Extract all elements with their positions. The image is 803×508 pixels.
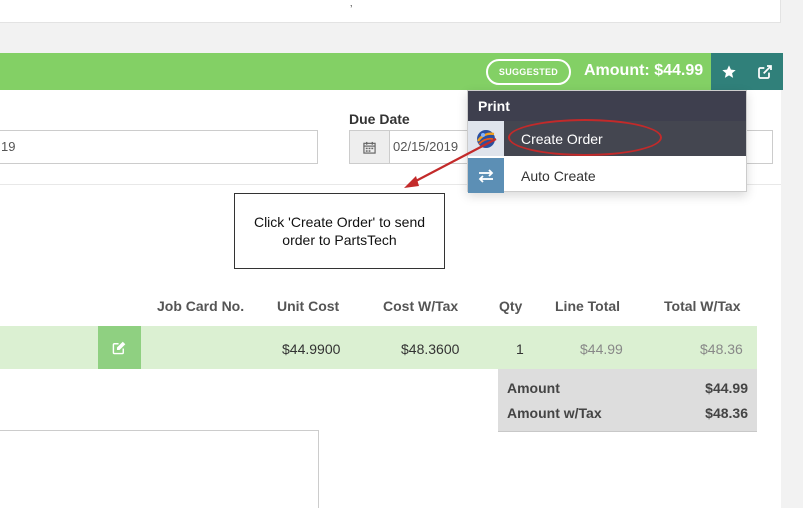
open-external-button[interactable] [747, 53, 783, 90]
due-date-label: Due Date [349, 111, 410, 127]
cursor-mark: ‚ [350, 0, 353, 9]
col-header-unit-cost: Unit Cost [277, 298, 340, 314]
external-link-icon [758, 64, 772, 79]
cell-qty: 1 [516, 341, 524, 357]
cell-unit-cost: $44.9900 [282, 341, 341, 357]
col-header-line-total: Line Total [555, 298, 621, 314]
callout-text: Click 'Create Order' to send order to Pa… [253, 214, 426, 248]
swap-arrows-icon [468, 158, 504, 193]
annotation-callout: Click 'Create Order' to send order to Pa… [234, 193, 445, 269]
col-header-qty: Qty [499, 298, 523, 314]
col-header-job-card: Job Card No. [157, 298, 245, 314]
cell-cost-w-tax: $48.3600 [401, 341, 460, 357]
menu-item-auto-create[interactable]: Auto Create [468, 158, 746, 193]
totals-panel: Amount $44.99 Amount w/Tax $48.36 [498, 369, 757, 432]
due-date-value: 02/15/2019 [393, 139, 459, 154]
col-header-total-w-tax: Total W/Tax [664, 298, 741, 314]
col-header-cost-w-tax: Cost W/Tax [383, 298, 459, 314]
menu-item-label: Auto Create [521, 167, 596, 184]
star-icon [722, 64, 736, 78]
calendar-icon[interactable] [350, 131, 390, 163]
top-card: ‚ [0, 0, 781, 23]
header-amount: Amount: $44.99 [584, 62, 704, 79]
totals-amount-label: Amount [507, 380, 560, 396]
right-field[interactable] [745, 130, 773, 164]
totals-amount-value: $44.99 [705, 380, 748, 396]
totals-amount-tax-value: $48.36 [705, 405, 748, 421]
cell-line-total: $44.99 [580, 341, 623, 357]
edit-icon [112, 341, 126, 355]
cell-total-w-tax: $48.36 [700, 341, 743, 357]
edit-row-button[interactable] [98, 326, 141, 369]
partstech-logo-icon [468, 121, 504, 156]
annotation-highlight-ellipse [508, 119, 662, 156]
suggested-badge: SUGGESTED [486, 59, 571, 85]
print-menu-title: Print [468, 91, 746, 121]
totals-amount-tax-label: Amount w/Tax [507, 405, 602, 421]
notes-textarea[interactable] [0, 430, 319, 508]
favorite-button[interactable] [711, 53, 747, 90]
order-date-field[interactable]: 19 [0, 130, 318, 164]
